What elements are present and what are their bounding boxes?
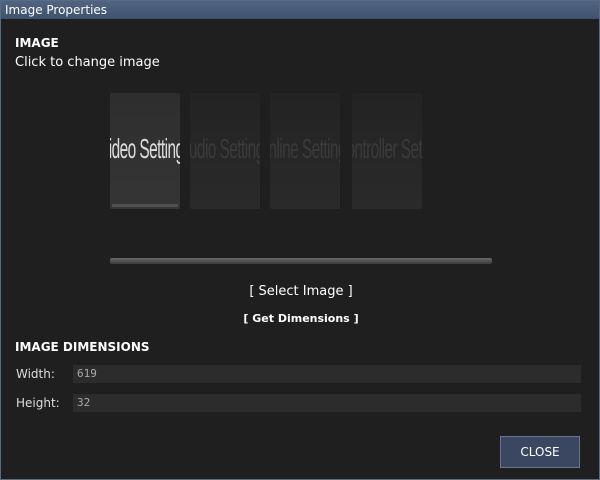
- image-properties-dialog: Image Properties IMAGE Click to change i…: [0, 0, 600, 480]
- image-hint: Click to change image: [15, 55, 160, 70]
- preview-tile-online-settings[interactable]: Online Settings: [270, 93, 340, 209]
- preview-tile-label: Online Settings: [270, 133, 340, 164]
- get-dimensions-link[interactable]: [ Get Dimensions ]: [1, 312, 600, 325]
- preview-tile-label: Controller Setup: [352, 133, 422, 164]
- width-label: Width:: [16, 367, 55, 381]
- dialog-title[interactable]: Image Properties: [1, 1, 599, 19]
- preview-tile-label: Video Settings: [110, 133, 180, 164]
- preview-tile-label: Audio Settings: [190, 133, 260, 164]
- dimensions-section-title: IMAGE DIMENSIONS: [15, 340, 150, 354]
- preview-tile-audio-settings[interactable]: Audio Settings: [190, 93, 260, 209]
- preview-separator: [110, 258, 492, 264]
- height-label: Height:: [16, 396, 60, 410]
- preview-tile-controller-setup[interactable]: Controller Setup: [352, 93, 422, 209]
- preview-tile-video-settings[interactable]: Video Settings: [110, 93, 180, 209]
- image-preview[interactable]: Video Settings Audio Settings Online Set…: [110, 93, 422, 209]
- select-image-link[interactable]: [ Select Image ]: [1, 284, 600, 299]
- width-input[interactable]: [73, 365, 581, 383]
- height-input[interactable]: [73, 394, 581, 412]
- image-section-title: IMAGE: [15, 36, 59, 50]
- preview-tile-underline: [112, 204, 178, 207]
- close-button[interactable]: CLOSE: [500, 436, 580, 468]
